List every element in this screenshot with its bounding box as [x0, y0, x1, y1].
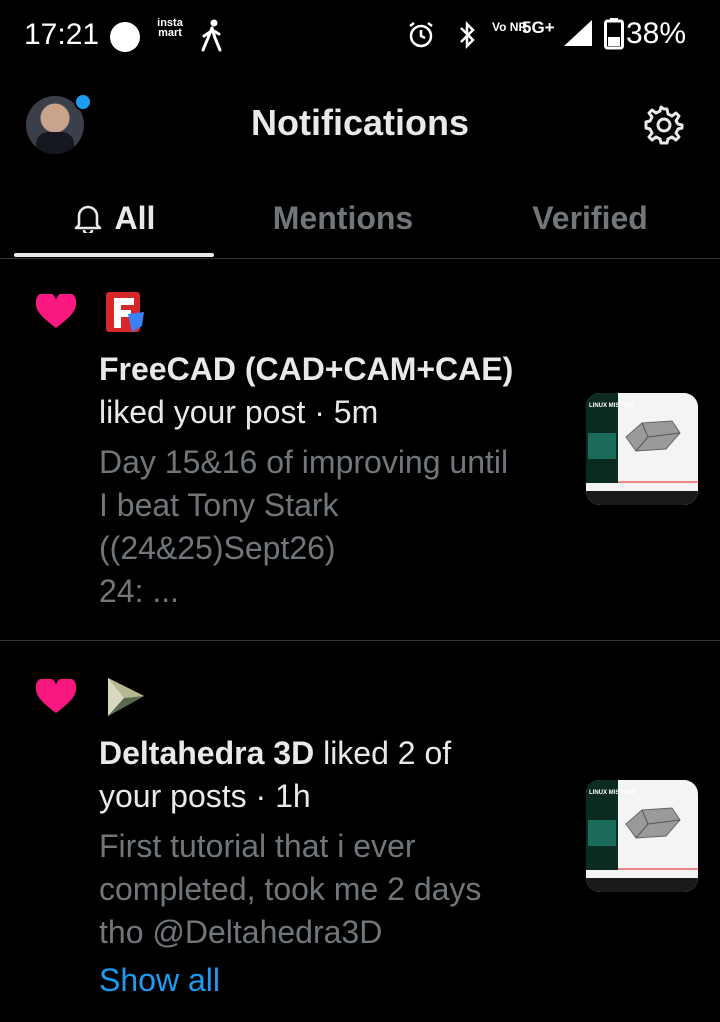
- action-text: liked 2 of: [323, 735, 452, 771]
- separator: ·: [305, 394, 334, 430]
- tab-verified[interactable]: Verified: [490, 180, 690, 256]
- post-thumbnail[interactable]: LINUX MISTAKE: [586, 393, 698, 505]
- thumbnail-bar: [586, 491, 698, 505]
- active-tab-indicator: [14, 253, 214, 257]
- post-snippet: Day 15&16 of improving until I beat Tony…: [99, 441, 569, 613]
- page-title: Notifications: [250, 102, 469, 143]
- bluetooth-icon: [460, 20, 475, 50]
- cad-model-image: [625, 807, 681, 839]
- snippet-line: Day 15&16 of improving until: [99, 444, 509, 480]
- status-time: 17:21: [24, 18, 100, 51]
- snippet-line: tho @Deltahedra3D: [99, 914, 383, 950]
- freecad-logo-icon[interactable]: [104, 290, 146, 334]
- tab-all-label: All: [114, 199, 156, 236]
- tab-mentions[interactable]: Mentions: [243, 180, 443, 256]
- actor-name[interactable]: Deltahedra 3D: [99, 735, 314, 771]
- network-5g-label: 5G+: [522, 18, 555, 37]
- gear-icon[interactable]: [644, 105, 684, 145]
- snippet-line: completed, took me 2 days: [99, 871, 482, 907]
- separator: ·: [246, 778, 276, 814]
- tab-all[interactable]: All: [14, 180, 214, 256]
- snippet-line: I beat Tony Stark: [99, 487, 339, 523]
- actor-name[interactable]: FreeCAD (CAD+CAM+CAE): [99, 351, 513, 387]
- heart-icon: [36, 679, 76, 713]
- deltahedra-logo-icon[interactable]: [104, 674, 146, 718]
- action-text: your posts: [99, 778, 247, 814]
- actor-line: Deltahedra 3D liked 2 of: [99, 732, 451, 775]
- battery-percent: 38%: [626, 17, 687, 50]
- timestamp: 1h: [275, 778, 311, 814]
- white-circle-icon: [110, 22, 140, 52]
- bell-icon: [74, 205, 101, 233]
- action-line: your posts · 1h: [99, 775, 311, 818]
- alarm-icon: [409, 22, 433, 48]
- instamart-icon: insta mart: [157, 17, 183, 39]
- tab-mentions-label: Mentions: [272, 199, 414, 236]
- post-thumbnail[interactable]: LINUX MISTAKE: [586, 780, 698, 892]
- status-bar: 17:21 insta mart Vo NR 5G+ 38%: [0, 0, 720, 70]
- thumbnail-video: [588, 433, 616, 459]
- thumbnail-line: [618, 481, 698, 483]
- tab-verified-label: Verified: [532, 199, 648, 236]
- actor-line: FreeCAD (CAD+CAM+CAE): [99, 348, 513, 391]
- action-text: liked your post: [99, 394, 306, 430]
- signal-icon: [564, 20, 592, 46]
- post-snippet: First tutorial that i ever completed, to…: [99, 825, 569, 954]
- timestamp: 5m: [333, 394, 379, 430]
- thumbnail-video: [588, 820, 616, 846]
- heart-icon: [36, 294, 76, 328]
- walking-icon: [201, 19, 222, 52]
- thumbnail-bar: [586, 878, 698, 892]
- notification-item[interactable]: Deltahedra 3D liked 2 of your posts · 1h…: [0, 642, 720, 1022]
- snippet-line: 24: ...: [99, 573, 180, 609]
- thumbnail-caption: LINUX MISTAKE: [589, 790, 636, 796]
- cad-model-image: [625, 420, 681, 452]
- thumbnail-caption: LINUX MISTAKE: [589, 403, 636, 409]
- notification-tabs: All Mentions Verified: [0, 180, 720, 259]
- snippet-line: ((24&25)Sept26): [99, 530, 336, 566]
- show-all-link[interactable]: Show all: [99, 962, 220, 999]
- thumbnail-line: [618, 868, 698, 870]
- notification-item[interactable]: FreeCAD (CAD+CAM+CAE) liked your post · …: [0, 260, 720, 641]
- snippet-line: First tutorial that i ever: [99, 828, 416, 864]
- battery-icon: [604, 18, 624, 50]
- action-line: liked your post · 5m: [99, 391, 378, 434]
